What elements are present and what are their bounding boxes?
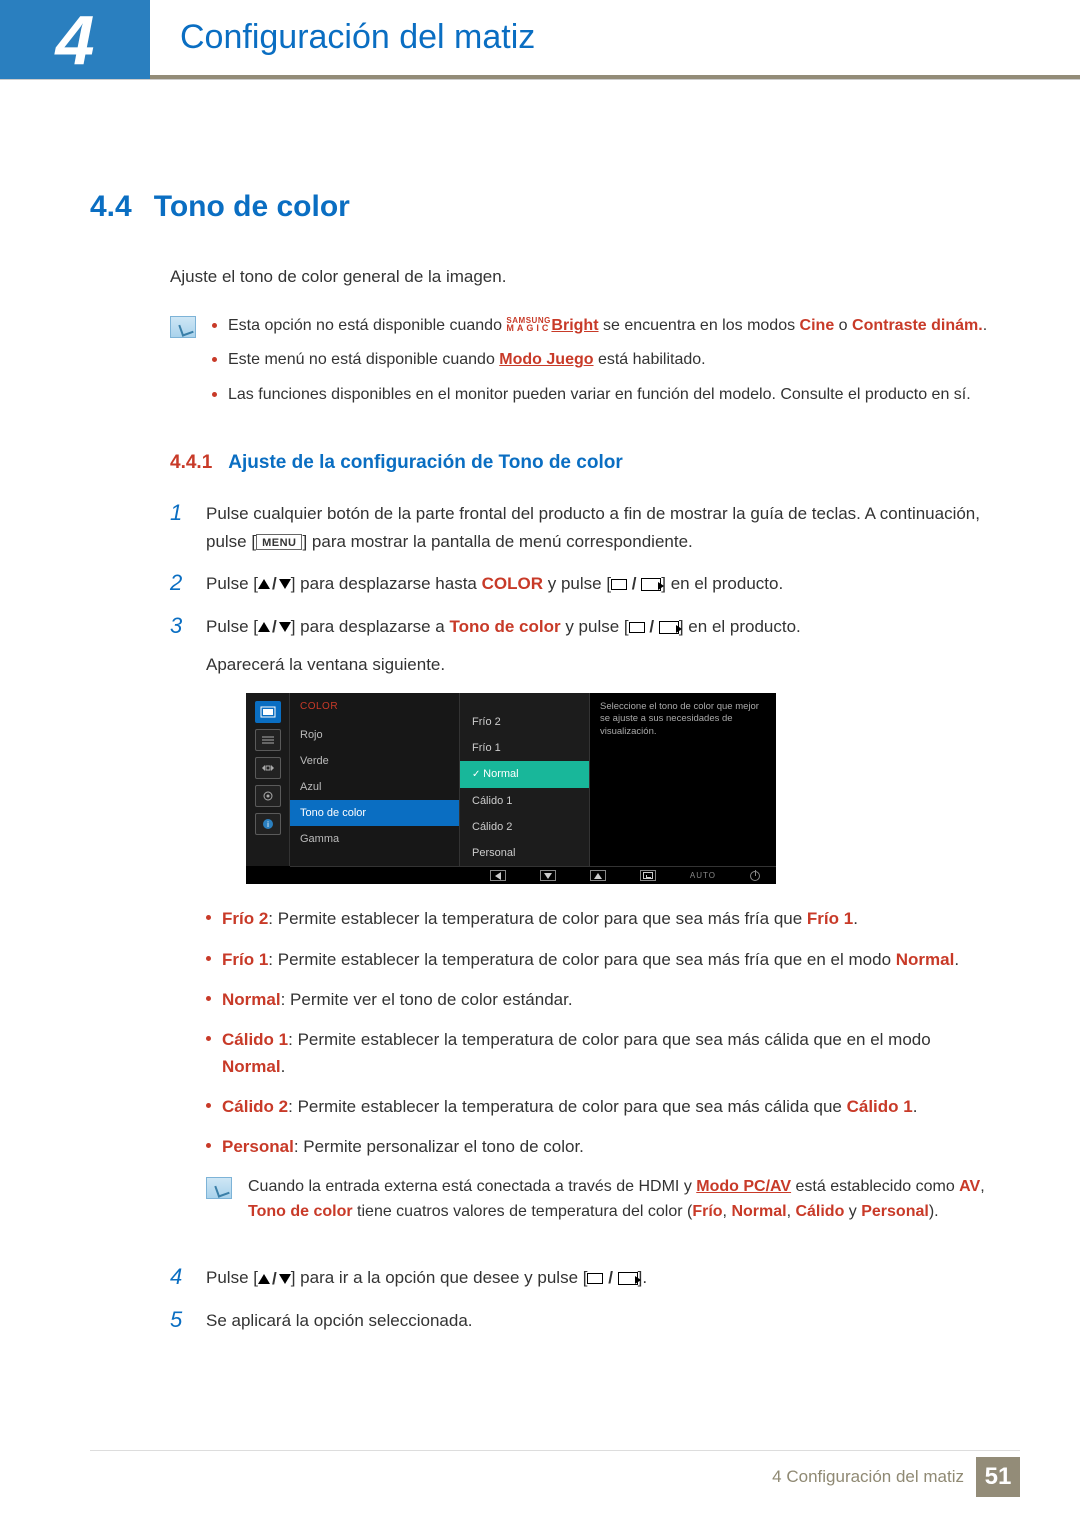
chapter-title: Configuración del matiz (180, 18, 535, 57)
osd-suboption: Frío 2 (460, 709, 589, 735)
description-item: Normal: Permite ver el tono de color est… (206, 987, 990, 1013)
osd-option: Azul (290, 774, 459, 800)
osd-help-text: Seleccione el tono de color que mejor se… (590, 693, 776, 866)
step-body: Pulse [/] para ir a la opción que desee … (206, 1264, 990, 1293)
note-block-2: Cuando la entrada externa está conectada… (206, 1175, 990, 1225)
chapter-number: 4 (56, 5, 95, 75)
osd-auto-label: AUTO (690, 869, 716, 882)
osd-nav-back-icon (490, 870, 506, 881)
osd-option-selected: Tono de color (290, 800, 459, 826)
osd-bottom-bar: AUTO (290, 866, 776, 884)
osd-power-icon (750, 871, 760, 881)
svg-text:i: i (267, 820, 269, 829)
footer-rule (90, 1450, 1020, 1451)
up-down-arrows-icon: / (258, 1265, 291, 1293)
rect-button-icon (587, 1273, 603, 1284)
section-heading: 4.4 Tono de color (90, 190, 990, 224)
step-number: 5 (170, 1307, 190, 1335)
osd-icon-resize (255, 757, 281, 779)
description-item: Frío 2: Permite establecer la temperatur… (206, 906, 990, 932)
osd-nav-down-icon (540, 870, 556, 881)
footer-chapter-label: 4 Configuración del matiz (772, 1467, 964, 1487)
subsection-title: Ajuste de la configuración de Tono de co… (228, 452, 622, 474)
osd-suboption: Cálido 2 (460, 814, 589, 840)
osd-icon-picture (255, 701, 281, 723)
osd-icon-settings (255, 785, 281, 807)
osd-main-menu: COLOR Rojo Verde Azul Tono de color Gamm… (290, 693, 460, 866)
step-body: Pulse [/] para desplazarse a Tono de col… (206, 613, 990, 1251)
step-number: 1 (170, 500, 190, 556)
step-number: 3 (170, 613, 190, 1251)
enter-button-icon (618, 1272, 638, 1285)
osd-icon-info: i (255, 813, 281, 835)
note-block-1: Esta opción no está disponible cuando SA… (170, 314, 990, 418)
description-item: Personal: Permite personalizar el tono d… (206, 1134, 990, 1160)
section-title: Tono de color (154, 190, 350, 224)
note-item: Esta opción no está disponible cuando SA… (212, 314, 987, 339)
step-number: 2 (170, 570, 190, 599)
enter-button-icon (641, 578, 661, 591)
rect-button-icon (629, 622, 645, 633)
chapter-header: 4 Configuración del matiz (0, 0, 1080, 80)
osd-nav-up-icon (590, 870, 606, 881)
osd-option: Gamma (290, 826, 459, 852)
description-item: Frío 1: Permite establecer la temperatur… (206, 947, 990, 973)
osd-icon-list (255, 729, 281, 751)
note-text: Cuando la entrada externa está conectada… (248, 1175, 990, 1225)
chapter-number-box: 4 (0, 0, 150, 79)
samsung-magic-logo: SAMSUNGMAGIC (506, 318, 551, 332)
footer-page-number: 51 (976, 1457, 1020, 1497)
step-body: Se aplicará la opción seleccionada. (206, 1307, 990, 1335)
note-icon (206, 1177, 232, 1199)
footer: 4 Configuración del matiz 51 (772, 1457, 1020, 1497)
section-number: 4.4 (90, 190, 132, 224)
up-down-arrows-icon: / (258, 570, 291, 598)
description-list: Frío 2: Permite establecer la temperatur… (206, 906, 990, 1160)
step-number: 4 (170, 1264, 190, 1293)
osd-option: Rojo (290, 722, 459, 748)
intro-paragraph: Ajuste el tono de color general de la im… (170, 264, 990, 290)
description-item: Cálido 2: Permite establecer la temperat… (206, 1094, 990, 1120)
up-down-arrows-icon: / (258, 613, 291, 641)
osd-suboption-selected: Normal (460, 761, 589, 788)
step-body: Pulse cualquier botón de la parte fronta… (206, 500, 990, 556)
enter-button-icon (659, 621, 679, 634)
description-item: Cálido 1: Permite establecer la temperat… (206, 1027, 990, 1080)
osd-option: Verde (290, 748, 459, 774)
subsection-heading: 4.4.1 Ajuste de la configuración de Tono… (170, 452, 990, 474)
osd-suboption: Cálido 1 (460, 788, 589, 814)
osd-title: COLOR (290, 697, 459, 722)
chapter-title-box: Configuración del matiz (150, 0, 1080, 79)
osd-screenshot: i COLOR Rojo Verde Azul Tono de color Ga… (246, 693, 990, 884)
menu-key-icon: MENU (256, 534, 302, 550)
note-item: Las funciones disponibles en el monitor … (212, 383, 987, 408)
subsection-number: 4.4.1 (170, 452, 212, 474)
osd-suboption: Personal (460, 840, 589, 866)
rect-button-icon (611, 579, 627, 590)
osd-submenu: Frío 2 Frío 1 Normal Cálido 1 Cálido 2 P… (460, 693, 590, 866)
osd-suboption: Frío 1 (460, 735, 589, 761)
osd-sidebar: i (246, 693, 290, 866)
step-body: Pulse [/] para desplazarse hasta COLOR y… (206, 570, 990, 599)
note-icon (170, 316, 196, 338)
note-item: Este menú no está disponible cuando Modo… (212, 348, 987, 373)
osd-nav-enter-icon (640, 870, 656, 881)
